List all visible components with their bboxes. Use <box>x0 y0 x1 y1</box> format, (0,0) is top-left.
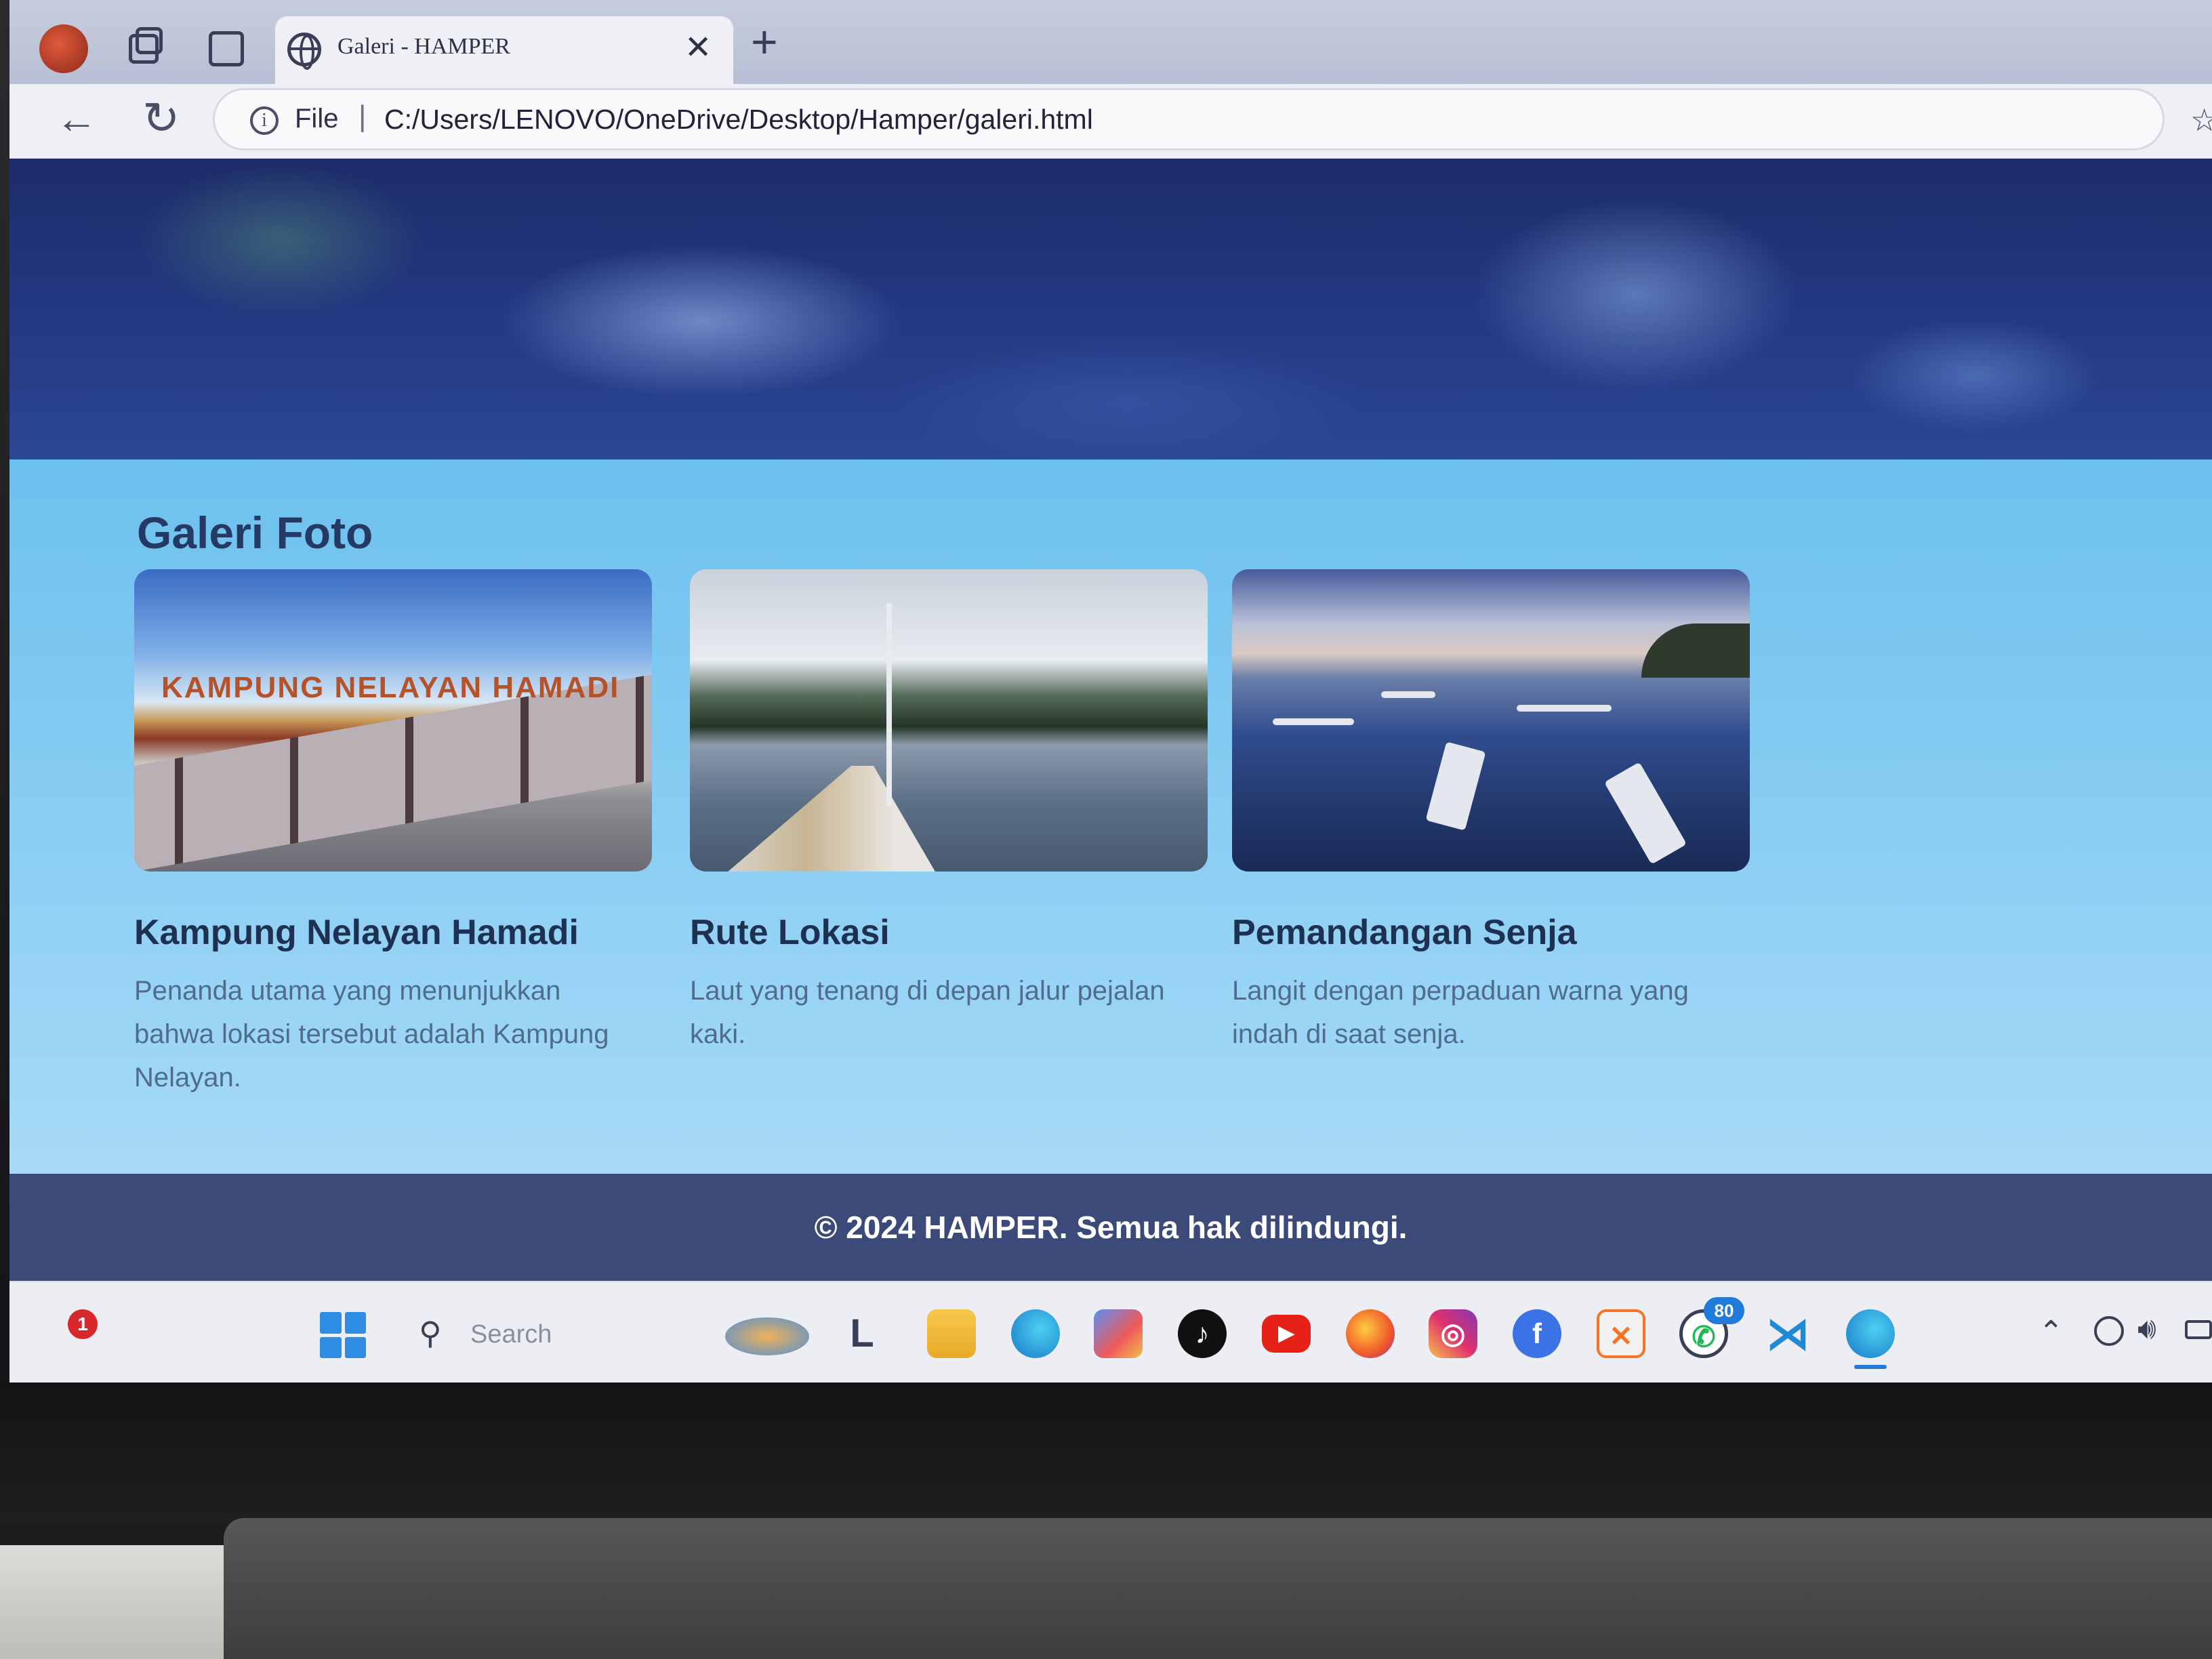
reload-button[interactable]: ↻ <box>142 92 180 144</box>
taskbar-search[interactable]: ⚲ Search <box>409 1308 680 1359</box>
notification-badge[interactable]: 1 <box>68 1309 98 1339</box>
xampp-icon[interactable]: ✕ <box>1597 1309 1645 1358</box>
card-description: Laut yang tenang di depan jalur pejalan … <box>690 976 1165 1049</box>
tray-chevron-up-icon[interactable]: ⌃ <box>2039 1315 2064 1349</box>
new-tab-button[interactable]: + <box>751 19 778 65</box>
back-button[interactable]: ← <box>56 95 98 143</box>
card-title: Rute Lokasi <box>690 913 890 952</box>
taskbar: 1 ⚲ Search L ♪ ▶ ◎ f ✕ ✆ 80 ⋊ ⌃ 🔊︎ <box>9 1281 2212 1382</box>
search-placeholder: Search <box>470 1320 552 1349</box>
globe-icon <box>287 33 321 70</box>
facebook-icon[interactable]: f <box>1513 1309 1561 1358</box>
active-app-indicator <box>1854 1365 1887 1369</box>
url-text[interactable]: C:/Users/LENOVO/OneDrive/Desktop/Hamper/… <box>384 104 1093 136</box>
youtube-icon[interactable]: ▶ <box>1262 1315 1311 1353</box>
profile-avatar[interactable] <box>39 24 88 73</box>
volume-icon[interactable]: 🔊︎ <box>2137 1312 2156 1346</box>
battery-icon[interactable] <box>2185 1320 2212 1339</box>
web-page: Galeri Foto KAMPUNG NELAYAN HAMADI Kampu… <box>9 159 2212 1281</box>
whatsapp-unread-badge: 80 <box>1704 1297 1744 1324</box>
tab-actions-icon[interactable] <box>202 24 251 73</box>
site-scheme-label: File <box>295 104 339 134</box>
favorites-icon[interactable]: ☆ <box>2190 102 2212 138</box>
tab-title: Galeri - HAMPER <box>337 34 510 59</box>
file-explorer-icon[interactable] <box>927 1309 976 1358</box>
tiktok-icon[interactable]: ♪ <box>1178 1309 1227 1358</box>
gallery-image-kampung-nelayan[interactable]: KAMPUNG NELAYAN HAMADI <box>134 569 652 872</box>
page-footer: © 2024 HAMPER. Semua hak dilindungi. <box>9 1174 2212 1281</box>
instagram-icon[interactable]: ◎ <box>1429 1309 1477 1358</box>
tab-galeri[interactable]: Galeri - HAMPER ✕ <box>275 16 733 84</box>
network-globe-icon[interactable] <box>2094 1316 2124 1346</box>
laptop-hinge <box>224 1518 2212 1659</box>
gallery-image-rute-lokasi[interactable] <box>690 569 1208 872</box>
firefox-icon[interactable] <box>1346 1309 1395 1358</box>
edge-active-icon[interactable] <box>1846 1309 1895 1358</box>
search-icon: ⚲ <box>419 1315 442 1351</box>
card-description: Langit dengan perpaduan warna yang indah… <box>1232 976 1689 1049</box>
browser-toolbar: ← ↻ i File | C:/Users/LENOVO/OneDrive/De… <box>9 84 2212 159</box>
workspaces-icon[interactable] <box>121 24 169 73</box>
laptop-screen: Galeri - HAMPER ✕ + ← ↻ i File | C:/User… <box>9 0 2212 1382</box>
copilot-icon[interactable]: L <box>838 1309 886 1358</box>
edge-icon[interactable] <box>1011 1309 1060 1358</box>
gallery-section: Galeri Foto KAMPUNG NELAYAN HAMADI Kampu… <box>9 459 2212 1174</box>
gallery-title: Galeri Foto <box>137 508 373 558</box>
gallery-image-pemandangan-senja[interactable] <box>1232 569 1750 872</box>
address-bar[interactable]: i File | C:/Users/LENOVO/OneDrive/Deskto… <box>213 88 2165 150</box>
microsoft-store-icon[interactable] <box>1094 1309 1143 1358</box>
hero-banner-image <box>9 159 2212 459</box>
browser-tab-strip: Galeri - HAMPER ✕ + <box>9 0 2212 84</box>
info-icon[interactable]: i <box>250 106 279 135</box>
card-description: Penanda utama yang menunjukkan bahwa lok… <box>134 976 609 1092</box>
card-title: Pemandangan Senja <box>1232 913 1577 952</box>
desk-surface <box>0 1545 224 1659</box>
close-tab-icon[interactable]: ✕ <box>684 28 712 66</box>
weather-widget-icon[interactable] <box>725 1317 809 1355</box>
vscode-icon[interactable]: ⋊ <box>1763 1309 1812 1358</box>
footer-copyright: © 2024 HAMPER. Semua hak dilindungi. <box>814 1210 1408 1245</box>
landmark-sign-text: KAMPUNG NELAYAN HAMADI <box>161 671 620 704</box>
address-separator: | <box>359 100 367 133</box>
card-title: Kampung Nelayan Hamadi <box>134 913 579 952</box>
windows-start-icon[interactable] <box>320 1312 366 1358</box>
